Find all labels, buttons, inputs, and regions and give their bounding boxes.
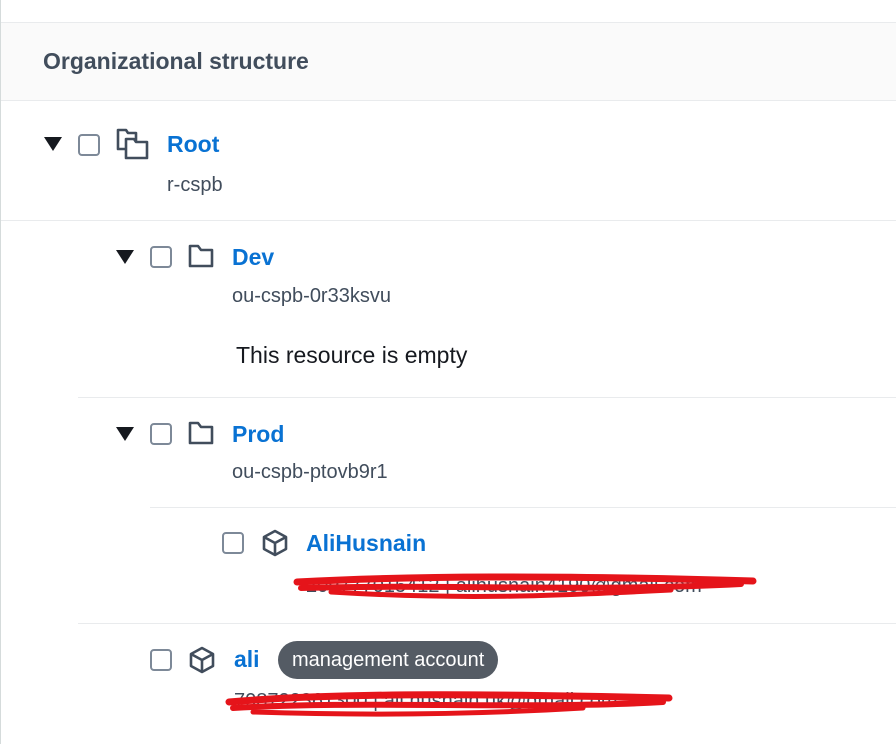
dev-name-link[interactable]: Dev	[232, 244, 274, 271]
ali-checkbox[interactable]	[150, 649, 172, 671]
alihusnain-name-link[interactable]: AliHusnain	[306, 530, 426, 557]
management-account-badge: management account	[278, 641, 499, 679]
organization-page: Organizational structure Root r-cspb Dev…	[0, 0, 896, 744]
dev-checkbox[interactable]	[150, 246, 172, 268]
folder-icon	[188, 244, 214, 268]
empty-resource-message: This resource is empty	[236, 342, 468, 368]
alihusnain-checkbox[interactable]	[222, 532, 244, 554]
expand-prod-caret-icon[interactable]	[116, 427, 134, 441]
root-name-link[interactable]: Root	[167, 131, 219, 158]
alihusnain-details: 209777015412 | alihusnain4190@gmail.com	[306, 575, 702, 597]
prod-id: ou-cspb-ptovb9r1	[232, 461, 388, 483]
root-id: r-cspb	[167, 174, 223, 196]
expand-dev-caret-icon[interactable]	[116, 250, 134, 264]
ali-details: 708722361300 | ali.husnain.uk@gmail.com	[234, 690, 618, 712]
prod-checkbox[interactable]	[150, 423, 172, 445]
prod-name-link[interactable]: Prod	[232, 421, 284, 448]
row-divider	[78, 397, 896, 398]
row-divider	[150, 507, 896, 508]
root-checkbox[interactable]	[78, 134, 100, 156]
row-divider	[1, 220, 896, 221]
folder-icon	[188, 421, 214, 445]
cube-icon	[189, 646, 215, 674]
dev-id: ou-cspb-0r33ksvu	[232, 285, 391, 307]
root-folders-icon	[116, 128, 149, 160]
section-title: Organizational structure	[43, 48, 309, 74]
cube-icon	[262, 529, 288, 557]
ali-name-link[interactable]: ali	[234, 646, 260, 673]
row-divider	[78, 623, 896, 624]
section-header: Organizational structure	[1, 23, 896, 101]
expand-root-caret-icon[interactable]	[44, 137, 62, 151]
